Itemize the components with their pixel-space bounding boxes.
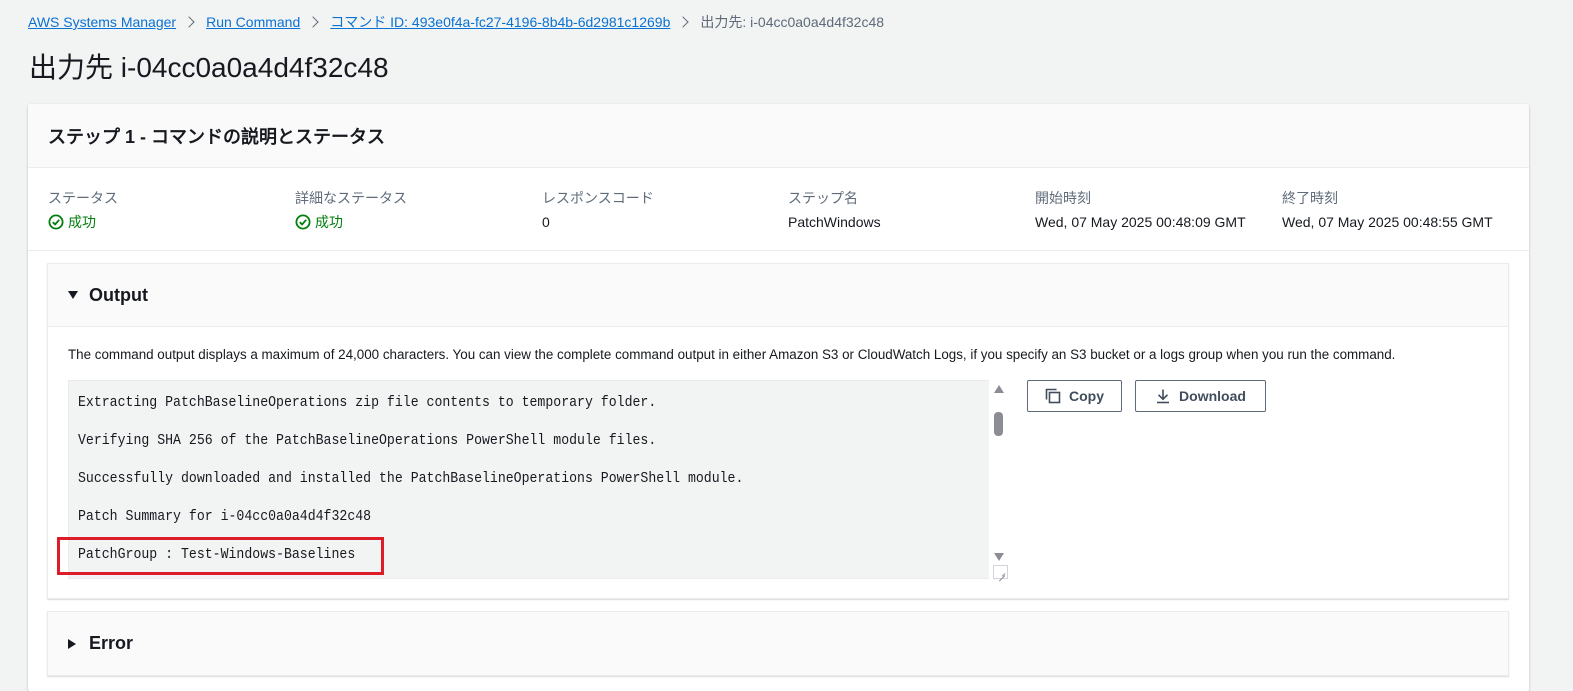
detailed-status-text: 成功 (315, 214, 343, 230)
output-line: Successfully downloaded and installed th… (78, 470, 744, 487)
step-container: ステップ 1 - コマンドの説明とステータス ステータス 成功 詳細なステータス… (28, 104, 1529, 691)
field-step-name-label: ステップ名 (788, 190, 858, 206)
field-status: ステータス 成功 (48, 189, 118, 231)
download-button[interactable]: Download (1135, 380, 1266, 412)
output-scrollbar[interactable] (989, 380, 1008, 579)
scroll-down-arrow-icon[interactable] (994, 553, 1004, 561)
error-section: Error (47, 611, 1509, 676)
breadcrumb-link-command-id[interactable]: コマンド ID: 493e0f4a-fc27-4196-8b4b-6d2981c… (330, 12, 670, 32)
caret-down-icon (68, 291, 78, 299)
scrollbar-thumb[interactable] (994, 412, 1003, 436)
breadcrumb: AWS Systems Manager Run Command コマンド ID:… (28, 12, 884, 32)
field-response-code: レスポンスコード 0 (542, 189, 654, 231)
field-start-time-value: Wed, 07 May 2025 00:48:09 GMT (1035, 214, 1246, 230)
chevron-right-icon (307, 16, 319, 28)
caret-right-icon (68, 638, 76, 649)
field-end-time-value: Wed, 07 May 2025 00:48:55 GMT (1282, 214, 1493, 230)
breadcrumb-link-systems-manager[interactable]: AWS Systems Manager (28, 14, 176, 30)
page-title: 出力先 i-04cc0a0a4d4f32c48 (29, 52, 389, 83)
field-end-time: 終了時刻 Wed, 07 May 2025 00:48:55 GMT (1282, 189, 1493, 231)
status-text: 成功 (68, 214, 96, 230)
field-response-code-label: レスポンスコード (542, 190, 654, 206)
output-description: The command output displays a maximum of… (68, 347, 1396, 362)
step-details: ステータス 成功 詳細なステータス 成功 レスポンスコード 0 ステップ名 Pa… (28, 168, 1529, 251)
field-status-value: 成功 (48, 213, 118, 231)
highlight-annotation (57, 537, 384, 575)
breadcrumb-link-run-command[interactable]: Run Command (206, 14, 300, 30)
error-section-title: Error (89, 633, 134, 653)
chevron-right-icon (677, 16, 690, 28)
copy-button-label: Copy (1069, 388, 1104, 404)
breadcrumb-current: 出力先: i-04cc0a0a4d4f32c48 (700, 14, 885, 30)
output-line: Patch Summary for i-04cc0a0a4d4f32c48 (78, 508, 372, 525)
field-step-name: ステップ名 PatchWindows (788, 189, 881, 231)
status-success-icon (295, 214, 311, 230)
field-end-time-label: 終了時刻 (1282, 190, 1338, 206)
field-start-time: 開始時刻 Wed, 07 May 2025 00:48:09 GMT (1035, 189, 1246, 231)
field-detailed-status-value: 成功 (295, 213, 407, 231)
field-start-time-label: 開始時刻 (1035, 190, 1091, 206)
field-detailed-status-label: 詳細なステータス (295, 190, 407, 206)
download-icon (1157, 389, 1170, 404)
field-status-label: ステータス (48, 190, 118, 206)
field-step-name-value: PatchWindows (788, 214, 881, 230)
resize-handle[interactable] (993, 565, 1008, 579)
field-response-code-value: 0 (542, 214, 550, 230)
scroll-up-arrow-icon[interactable] (994, 385, 1004, 393)
output-line: Extracting PatchBaselineOperations zip f… (78, 394, 657, 411)
copy-button[interactable]: Copy (1027, 380, 1122, 412)
field-detailed-status: 詳細なステータス 成功 (295, 189, 407, 231)
output-section-header[interactable]: Output (48, 264, 1508, 327)
step-title: ステップ 1 - コマンドの説明とステータス (48, 126, 386, 147)
step-container-header: ステップ 1 - コマンドの説明とステータス (28, 104, 1529, 168)
output-section: Output The command output displays a max… (47, 263, 1509, 599)
status-success-icon (48, 214, 64, 230)
download-button-label: Download (1179, 388, 1246, 404)
error-section-header[interactable]: Error (48, 612, 1508, 675)
copy-icon (1045, 388, 1061, 404)
chevron-right-icon (183, 16, 195, 28)
output-line: Verifying SHA 256 of the PatchBaselineOp… (78, 432, 657, 449)
output-section-title: Output (89, 284, 148, 305)
